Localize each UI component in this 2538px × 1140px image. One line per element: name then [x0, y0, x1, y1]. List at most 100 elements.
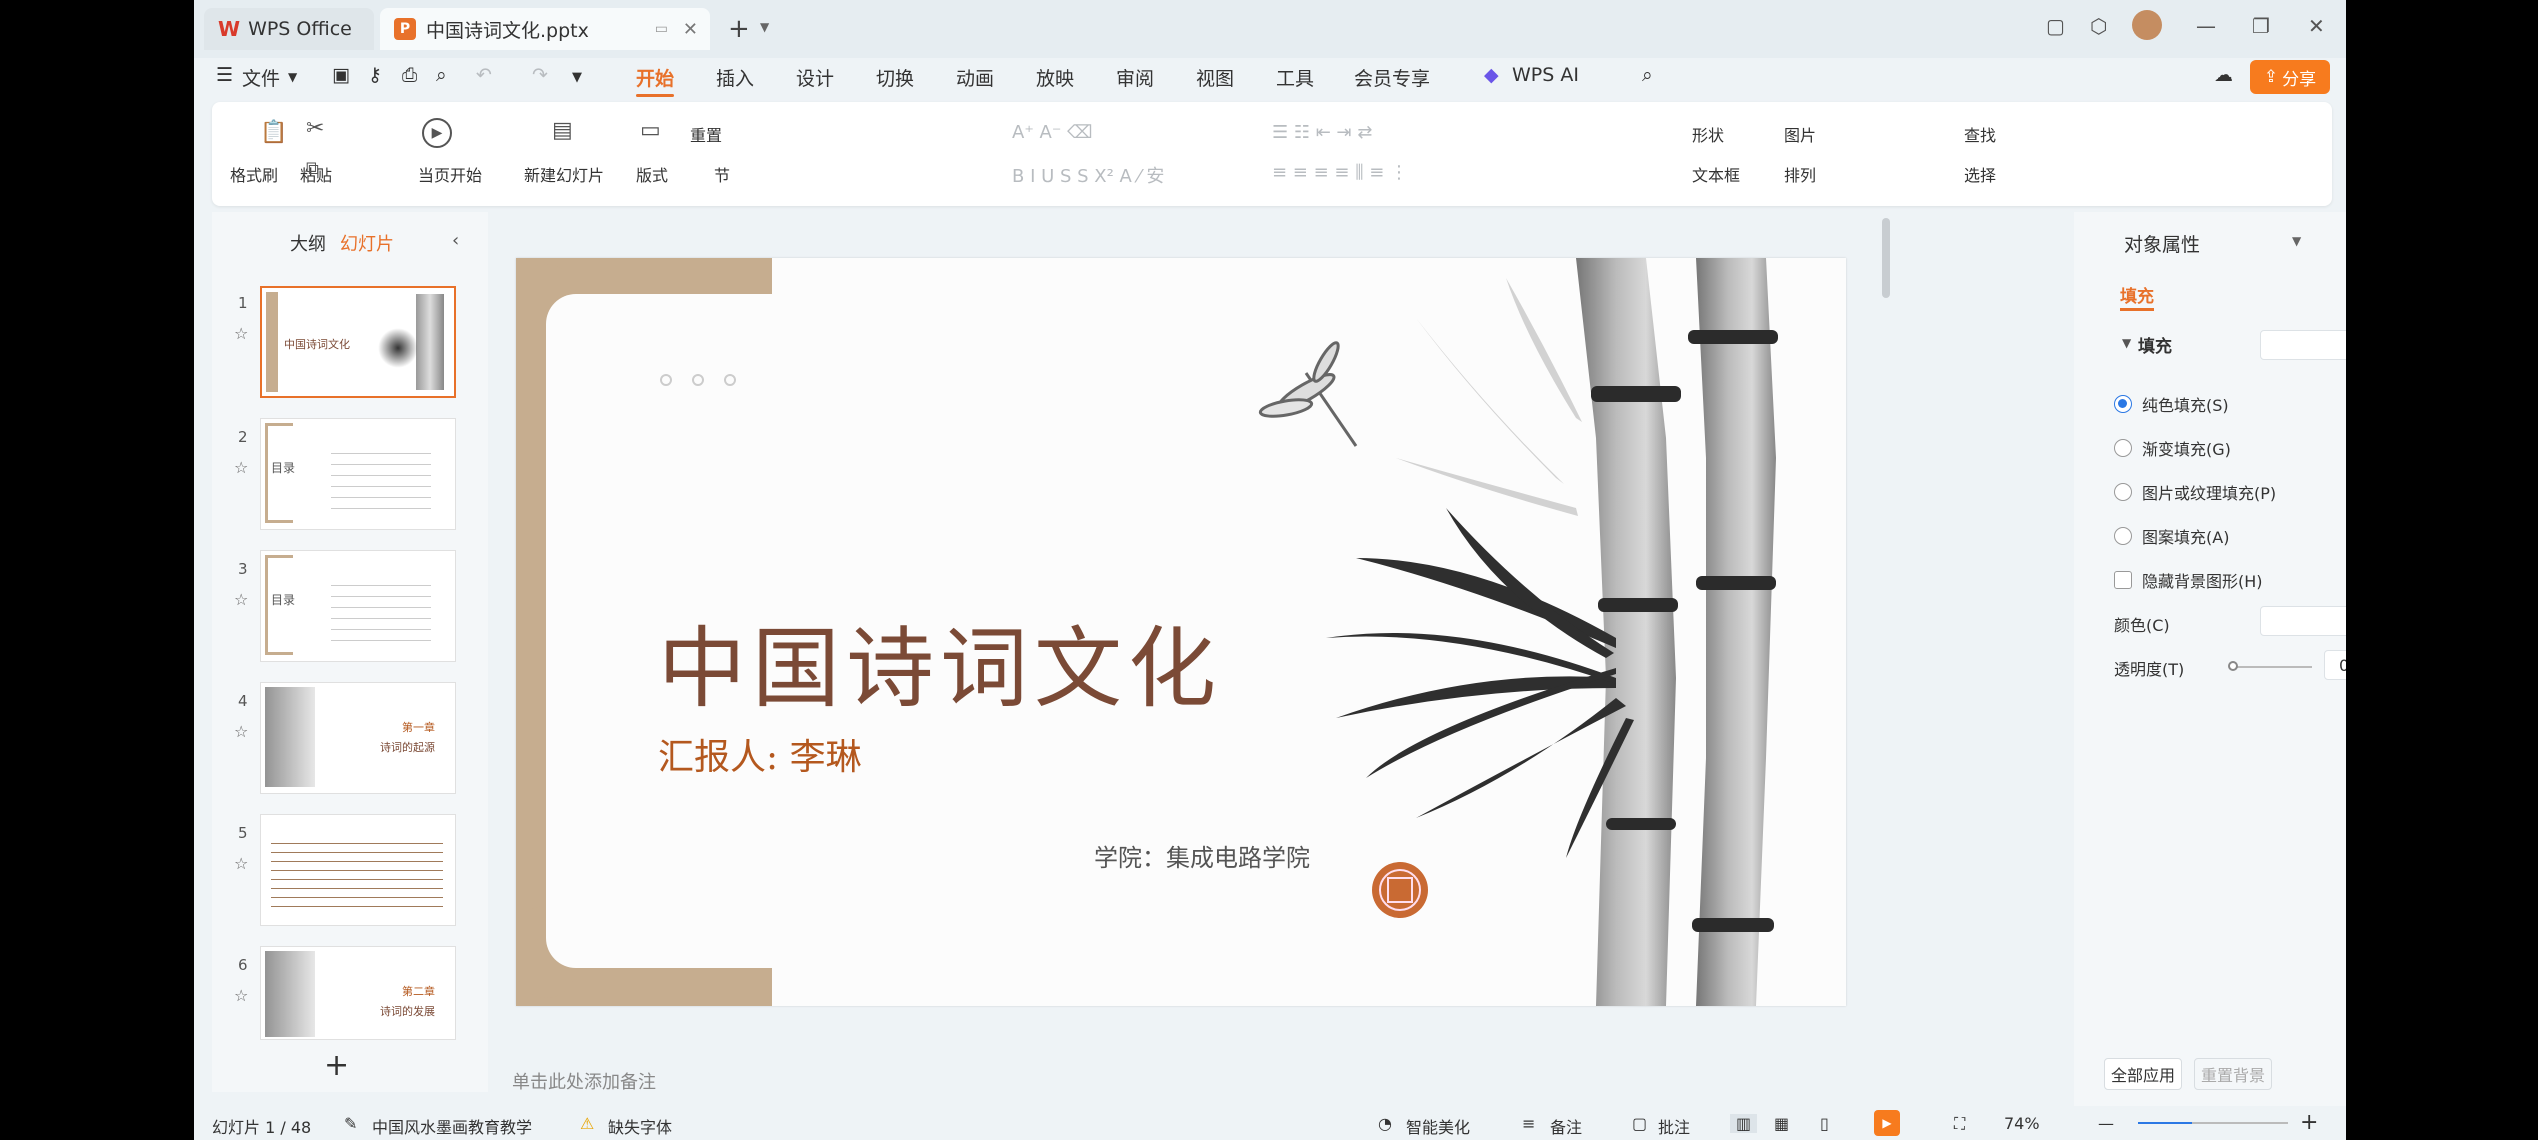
minimize-icon[interactable]: —	[2196, 14, 2216, 38]
close-window-icon[interactable]: ✕	[2308, 14, 2325, 38]
menu-home[interactable]: 开始	[636, 64, 675, 97]
radio-button[interactable]	[2114, 395, 2132, 413]
zoom-out-icon[interactable]: —	[2098, 1114, 2114, 1133]
arrange-button[interactable]: 排列	[1784, 162, 1816, 186]
slider-handle[interactable]	[2228, 661, 2238, 671]
play-slideshow-icon[interactable]: ▶	[1874, 1110, 1900, 1136]
avatar[interactable]	[2132, 10, 2162, 40]
grid-view-icon[interactable]: ▦	[1774, 1114, 1789, 1133]
star-icon[interactable]: ☆	[234, 986, 248, 1005]
menu-slideshow[interactable]: 放映	[1036, 64, 1074, 91]
radio-button[interactable]	[2114, 483, 2132, 501]
chevron-down-icon[interactable]: ▼	[288, 70, 297, 84]
slide-canvas[interactable]: 中国诗词文化 汇报人: 李琳 学院：集成电路学院	[516, 258, 1846, 1006]
reset-button[interactable]: 重置	[690, 122, 722, 146]
new-tab-icon[interactable]: +	[728, 14, 750, 44]
add-slide-icon[interactable]: +	[324, 1048, 349, 1083]
missing-font[interactable]: 缺失字体	[608, 1114, 672, 1138]
layout-icon[interactable]: ▭	[640, 118, 661, 143]
menu-member[interactable]: 会员专享	[1354, 64, 1430, 91]
color-dropdown[interactable]	[2260, 606, 2346, 636]
from-current-button[interactable]: 当页开始	[418, 162, 482, 186]
chevron-down-icon[interactable]: ▼	[2292, 234, 2301, 248]
undo-icon[interactable]: ↶	[476, 64, 492, 86]
normal-view-icon[interactable]: ▥	[1730, 1114, 1758, 1133]
notes-button[interactable]: 备注	[1550, 1114, 1582, 1138]
new-slide-button[interactable]: 新建幻灯片	[524, 162, 604, 186]
tab-wps-home[interactable]: W WPS Office	[204, 8, 374, 50]
slide-thumbnail-6[interactable]: 第二章 诗词的发展	[260, 946, 456, 1040]
reading-view-icon[interactable]: ▯	[1820, 1114, 1829, 1133]
menu-view[interactable]: 视图	[1196, 64, 1234, 91]
cut-icon[interactable]: ✂	[306, 116, 324, 141]
tab-fill[interactable]: 填充	[2120, 282, 2154, 307]
tab-outline[interactable]: 大纲	[290, 230, 326, 256]
radio-pattern-fill[interactable]: 图案填充(A)	[2114, 524, 2229, 548]
monitor-icon[interactable]: ▭	[655, 21, 668, 37]
slide-thumbnail-3[interactable]: 目录	[260, 550, 456, 662]
textbox-button[interactable]: 文本框	[1692, 162, 1740, 186]
hamburger-icon[interactable]: ☰	[216, 64, 233, 86]
smart-beautify-button[interactable]: 智能美化	[1406, 1114, 1470, 1138]
share-button[interactable]: ⇪ 分享	[2250, 60, 2330, 94]
star-icon[interactable]: ☆	[234, 590, 248, 609]
redo-icon[interactable]: ↷	[532, 64, 548, 86]
cloud-upload-icon[interactable]: ☁	[2214, 64, 2233, 86]
new-slide-icon[interactable]: ▤	[552, 118, 573, 143]
radio-button[interactable]	[2114, 527, 2132, 545]
slide-thumbnail-4[interactable]: 第一章 诗词的起源	[260, 682, 456, 794]
zoom-level[interactable]: 74%	[2004, 1114, 2040, 1133]
slide-college[interactable]: 学院：集成电路学院	[1094, 838, 1310, 873]
radio-solid-fill[interactable]: 纯色填充(S)	[2114, 392, 2229, 416]
shape-button[interactable]: 形状	[1692, 122, 1724, 146]
reset-background-button[interactable]: 重置背景	[2194, 1058, 2272, 1090]
radio-picture-fill[interactable]: 图片或纹理填充(P)	[2114, 480, 2276, 504]
menu-design[interactable]: 设计	[796, 64, 834, 91]
cube-icon[interactable]: ⬡	[2090, 14, 2107, 38]
slide-title[interactable]: 中国诗词文化	[658, 598, 1222, 725]
star-icon[interactable]: ☆	[234, 722, 248, 741]
close-tab-icon[interactable]: ✕	[683, 19, 698, 40]
checkbox-hide-bg[interactable]: 隐藏背景图形(H)	[2114, 568, 2263, 592]
paragraph-controls[interactable]: ☰ ☷ ⇤ ⇥ ⇄	[1272, 122, 1372, 143]
apply-all-button[interactable]: 全部应用	[2104, 1058, 2182, 1090]
star-icon[interactable]: ☆	[234, 324, 248, 343]
comments-button[interactable]: 批注	[1658, 1114, 1690, 1138]
search-icon[interactable]: ⌕	[1642, 64, 1653, 86]
checkbox[interactable]	[2114, 571, 2132, 589]
radio-gradient-fill[interactable]: 渐变填充(G)	[2114, 436, 2231, 460]
menu-wps-ai[interactable]: WPS AI	[1512, 64, 1579, 86]
slide-scrollbar[interactable]	[1882, 218, 1890, 298]
slide-thumbnail-2[interactable]: 目录	[260, 418, 456, 530]
radio-button[interactable]	[2114, 439, 2132, 457]
fit-window-icon[interactable]: ⛶	[1954, 1114, 1965, 1134]
restore-icon[interactable]: ❐	[2252, 14, 2270, 38]
slide-thumbnail-5[interactable]	[260, 814, 456, 926]
print-preview-icon[interactable]: ⌕	[436, 64, 447, 86]
select-button[interactable]: 选择	[1964, 162, 1996, 186]
font-size-controls[interactable]: A⁺ A⁻ ⌫	[1012, 122, 1093, 143]
picture-button[interactable]: 图片	[1784, 122, 1816, 146]
format-painter-button[interactable]: 格式刷	[230, 162, 278, 186]
menu-insert[interactable]: 插入	[716, 64, 754, 91]
zoom-in-icon[interactable]: +	[2300, 1110, 2318, 1135]
save-icon[interactable]: ▣	[332, 64, 350, 86]
star-icon[interactable]: ☆	[234, 854, 248, 873]
transparency-input[interactable]: 0 % ▲▼	[2324, 650, 2346, 680]
slide-reporter[interactable]: 汇报人: 李琳	[658, 728, 862, 780]
panel-title[interactable]: 对象属性	[2124, 230, 2200, 257]
theme-name[interactable]: 中国风水墨画教育教学	[372, 1114, 532, 1138]
print-icon[interactable]: ⎙	[402, 64, 417, 86]
layout-button[interactable]: 版式	[636, 162, 668, 186]
key-icon[interactable]: ⚷	[368, 64, 382, 86]
zoom-slider[interactable]	[2138, 1122, 2288, 1124]
notes-placeholder[interactable]: 单击此处添加备注	[512, 1068, 656, 1094]
collapse-panel-icon[interactable]: ‹	[452, 230, 459, 251]
chevron-down-icon[interactable]: ▼	[760, 20, 769, 34]
font-style-controls[interactable]: B I U S S X² A ⁄ 安	[1012, 162, 1164, 188]
clipboard-icon[interactable]: 📋	[260, 120, 287, 145]
align-controls[interactable]: ≡ ≡ ≡ ≡ ⫼ ≡ ⋮	[1272, 162, 1408, 183]
fill-dropdown[interactable]	[2260, 330, 2346, 360]
copy-icon[interactable]: ⧉	[306, 158, 319, 179]
menu-animation[interactable]: 动画	[956, 64, 994, 91]
